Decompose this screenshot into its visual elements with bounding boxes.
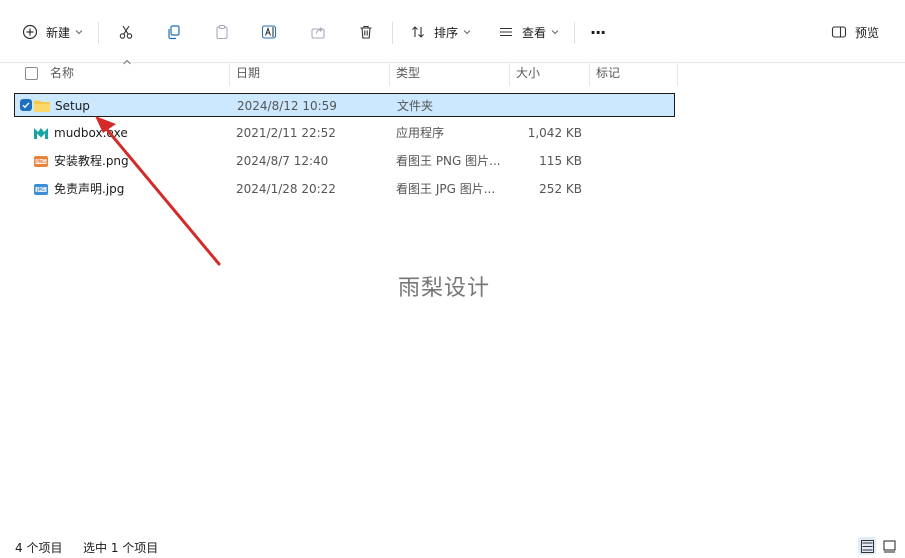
- file-name: 安装教程.png: [54, 154, 129, 168]
- preview-pane-button[interactable]: 预览: [829, 14, 879, 50]
- view-lines-icon: [496, 22, 516, 42]
- column-tags[interactable]: 标记: [596, 62, 676, 86]
- item-count: 4 个项目: [15, 541, 63, 555]
- column-name[interactable]: 名称: [50, 62, 228, 86]
- sort-arrows-icon: [408, 22, 428, 42]
- file-type: 看图王 JPG 图片...: [396, 182, 496, 196]
- file-type: 文件夹: [397, 99, 434, 113]
- new-button-label: 新建: [46, 25, 71, 40]
- column-name-label: 名称: [50, 66, 75, 80]
- file-name: Setup: [55, 99, 90, 113]
- chevron-down-icon: [551, 30, 559, 35]
- copy-icon: [164, 22, 184, 42]
- toolbar-divider: [574, 22, 575, 44]
- file-date: 2021/2/11 22:52: [236, 126, 336, 140]
- rename-button[interactable]: [260, 14, 280, 50]
- details-view-icon: [860, 539, 874, 553]
- svg-text:PNG: PNG: [36, 159, 46, 165]
- svg-text:JPG: JPG: [36, 187, 45, 193]
- file-type: 应用程序: [396, 126, 445, 140]
- preview-pane-label: 预览: [855, 25, 880, 40]
- tiles-view-button[interactable]: [880, 537, 898, 555]
- file-name: mudbox.exe: [54, 126, 128, 140]
- sort-ascending-icon: [123, 59, 131, 65]
- cut-button[interactable]: [116, 14, 136, 50]
- trash-icon: [356, 22, 376, 42]
- file-name: 免责声明.jpg: [54, 182, 125, 196]
- column-type-label: 类型: [396, 66, 421, 80]
- file-row[interactable]: PNG 安装教程.png 2024/8/7 12:40 看图王 PNG 图片..…: [14, 149, 675, 173]
- scissors-icon: [116, 22, 136, 42]
- command-bar: 新建 排序 查看 ··· 预览: [0, 0, 905, 63]
- png-file-icon: PNG: [34, 156, 48, 167]
- column-divider[interactable]: [677, 62, 678, 86]
- view-button[interactable]: 查看: [496, 14, 560, 50]
- copy-button[interactable]: [164, 14, 184, 50]
- rename-icon: [260, 22, 280, 42]
- sort-button-label: 排序: [434, 25, 459, 40]
- column-divider[interactable]: [229, 62, 230, 86]
- file-size: 1,042 KB: [527, 126, 582, 140]
- file-date: 2024/8/7 12:40: [236, 154, 329, 168]
- more-options-icon: ···: [590, 22, 606, 42]
- column-type[interactable]: 类型: [396, 62, 506, 86]
- view-button-label: 查看: [522, 25, 547, 40]
- new-button[interactable]: 新建: [20, 14, 84, 50]
- share-button[interactable]: [308, 14, 328, 50]
- paste-button[interactable]: [212, 14, 232, 50]
- chevron-down-icon: [75, 30, 83, 35]
- status-bar: 4 个项目 选中 1 个项目: [0, 534, 905, 558]
- mudbox-app-icon: [34, 128, 48, 139]
- tiles-view-icon: [882, 539, 896, 553]
- file-size: [517, 94, 583, 118]
- chevron-down-icon: [463, 30, 471, 35]
- preview-pane-icon: [829, 22, 849, 42]
- file-type: 看图王 PNG 图片...: [396, 154, 501, 168]
- toolbar-divider: [98, 22, 99, 44]
- row-checkbox-checked[interactable]: [20, 99, 32, 111]
- column-date[interactable]: 日期: [236, 62, 386, 86]
- file-row[interactable]: Setup 2024/8/12 10:59 文件夹: [14, 93, 675, 117]
- delete-button[interactable]: [356, 14, 376, 50]
- select-all-checkbox[interactable]: [25, 67, 38, 80]
- jpg-file-icon: JPG: [34, 184, 48, 195]
- more-options-button[interactable]: ···: [590, 14, 606, 50]
- toolbar-divider: [392, 22, 393, 44]
- watermark-text: 雨梨设计: [398, 276, 491, 301]
- column-divider[interactable]: [389, 62, 390, 86]
- column-divider[interactable]: [509, 62, 510, 86]
- file-row[interactable]: JPG 免责声明.jpg 2024/1/28 20:22 看图王 JPG 图片.…: [14, 177, 675, 201]
- column-header: 名称 日期 类型 大小 标记: [0, 59, 905, 86]
- sort-button[interactable]: 排序: [408, 14, 472, 50]
- column-size-label: 大小: [516, 66, 541, 80]
- file-row[interactable]: mudbox.exe 2021/2/11 22:52 应用程序 1,042 KB: [14, 121, 675, 145]
- clipboard-icon: [212, 22, 232, 42]
- column-divider[interactable]: [589, 62, 590, 86]
- file-size: 252 KB: [539, 182, 582, 196]
- share-icon: [308, 22, 328, 42]
- file-date: 2024/1/28 20:22: [236, 182, 336, 196]
- selected-count: 选中 1 个项目: [83, 541, 159, 555]
- plus-circle-icon: [20, 22, 40, 42]
- column-date-label: 日期: [236, 66, 261, 80]
- column-size[interactable]: 大小: [516, 62, 586, 86]
- file-date: 2024/8/12 10:59: [237, 99, 337, 113]
- column-tags-label: 标记: [596, 66, 621, 80]
- details-view-button[interactable]: [858, 537, 876, 555]
- file-size: 115 KB: [539, 154, 582, 168]
- folder-icon: [34, 100, 50, 112]
